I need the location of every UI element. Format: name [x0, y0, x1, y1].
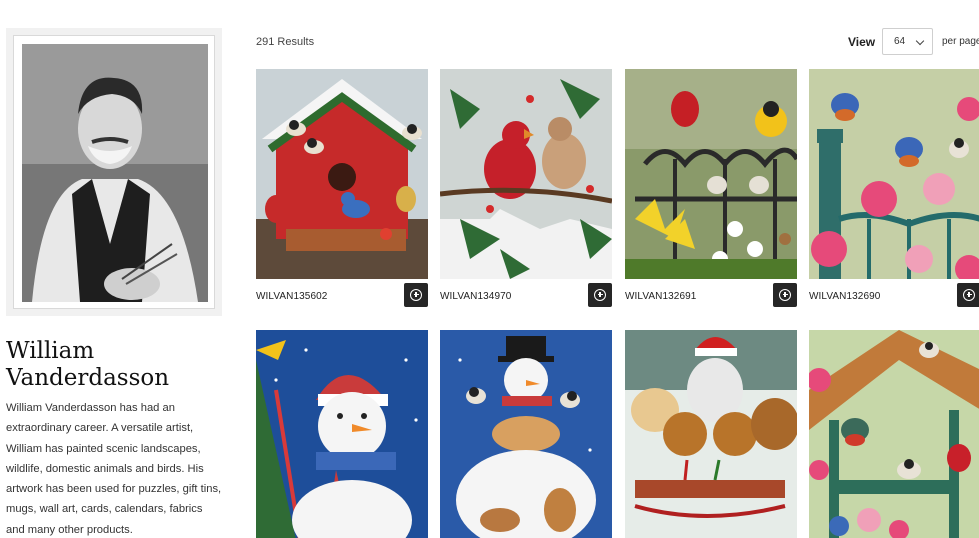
- results-count: 291 Results: [256, 36, 315, 48]
- product-card[interactable]: WILVAN132690: [809, 69, 979, 309]
- product-image[interactable]: [440, 330, 612, 538]
- product-image[interactable]: [809, 330, 979, 538]
- plus-circle-icon: [963, 289, 975, 301]
- product-image[interactable]: [256, 330, 428, 538]
- product-sku[interactable]: WILVAN134970: [440, 291, 511, 302]
- product-card[interactable]: WILVAN134970: [440, 69, 612, 309]
- product-image[interactable]: [809, 69, 979, 279]
- product-sku-row: WILVAN132691: [625, 279, 797, 309]
- quick-add-button[interactable]: [957, 283, 979, 307]
- per-page-select-value: 64: [894, 36, 906, 47]
- product-sku[interactable]: WILVAN135602: [256, 291, 327, 302]
- product-sku[interactable]: WILVAN132691: [625, 291, 696, 302]
- product-card[interactable]: [256, 330, 428, 538]
- plus-circle-icon: [594, 289, 606, 301]
- product-sku-row: WILVAN135602: [256, 279, 428, 309]
- product-card[interactable]: [625, 330, 797, 538]
- quick-add-button[interactable]: [588, 283, 612, 307]
- product-image[interactable]: [440, 69, 612, 279]
- per-page-label: per page: [942, 36, 979, 47]
- plus-circle-icon: [779, 289, 791, 301]
- artist-portrait-frame: [6, 28, 222, 316]
- product-image[interactable]: [625, 69, 797, 279]
- product-sku-row: WILVAN132690: [809, 279, 979, 309]
- artist-name: William Vanderdasson: [6, 338, 170, 391]
- quick-add-button[interactable]: [773, 283, 797, 307]
- artist-bio: William Vanderdasson has had an extraord…: [6, 402, 222, 536]
- chevron-down-icon: [915, 36, 925, 46]
- product-image[interactable]: [625, 330, 797, 538]
- product-sku[interactable]: WILVAN132690: [809, 291, 880, 302]
- quick-add-button[interactable]: [404, 283, 428, 307]
- product-image[interactable]: [256, 69, 428, 279]
- product-card[interactable]: [440, 330, 612, 538]
- per-page-select[interactable]: 64: [882, 28, 933, 55]
- product-sku-row: WILVAN134970: [440, 279, 612, 309]
- view-label: View: [848, 35, 876, 49]
- product-card[interactable]: WILVAN135602: [256, 69, 428, 309]
- plus-circle-icon: [410, 289, 422, 301]
- product-card[interactable]: WILVAN132691: [625, 69, 797, 309]
- artist-portrait-mat: [13, 35, 215, 309]
- product-card[interactable]: [809, 330, 979, 538]
- artist-portrait-photo: [22, 44, 208, 302]
